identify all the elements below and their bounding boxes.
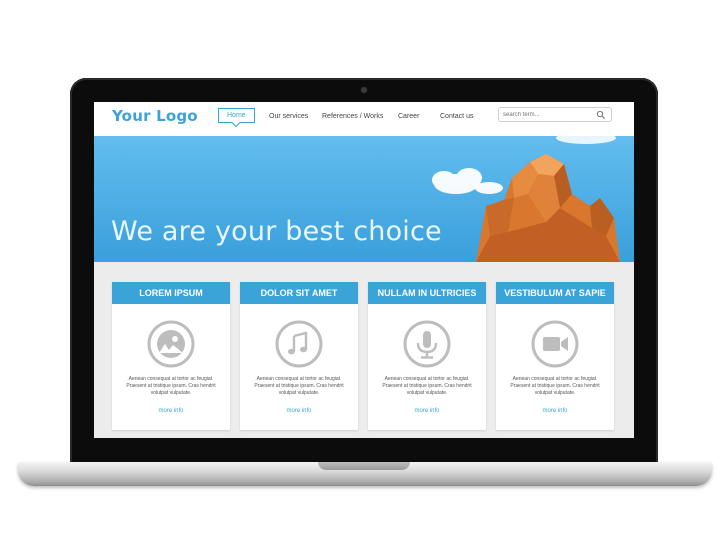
more-info-link[interactable]: more info bbox=[240, 408, 358, 414]
hero-banner: We are your best choice bbox=[94, 136, 634, 262]
search-box[interactable] bbox=[498, 107, 612, 122]
laptop-screen: Your Logo Home Our services References /… bbox=[94, 102, 634, 438]
feature-cards: LOREM IPSUM Aenean consequat at tortor a… bbox=[94, 262, 634, 438]
nav-item-our-services[interactable]: Our services bbox=[269, 113, 308, 120]
search-icon[interactable] bbox=[596, 110, 606, 120]
image-icon bbox=[147, 320, 195, 368]
card-description: Aenean consequat at tortor ac feugiat. P… bbox=[382, 376, 472, 396]
search-input[interactable] bbox=[503, 110, 593, 119]
card-title: VESTIBULUM AT SAPIE bbox=[496, 282, 614, 304]
nav-item-references-works[interactable]: References / Works bbox=[322, 113, 383, 120]
card-title: DOLOR SIT AMET bbox=[240, 282, 358, 304]
nav-item-contact-us[interactable]: Contact us bbox=[440, 113, 473, 120]
more-info-link[interactable]: more info bbox=[112, 408, 230, 414]
card-title: NULLAM IN ULTRICIES bbox=[368, 282, 486, 304]
nav-item-home[interactable]: Home bbox=[218, 108, 255, 123]
card-description: Aenean consequat at tortor ac feugiat. P… bbox=[126, 376, 216, 396]
site-header: Your Logo Home Our services References /… bbox=[94, 102, 634, 136]
feature-card: VESTIBULUM AT SAPIE Aenean consequat at … bbox=[496, 282, 614, 430]
card-title: LOREM IPSUM bbox=[112, 282, 230, 304]
card-description: Aenean consequat at tortor ac feugiat. P… bbox=[254, 376, 344, 396]
feature-card: NULLAM IN ULTRICIES Aenean consequat at … bbox=[368, 282, 486, 430]
feature-card: LOREM IPSUM Aenean consequat at tortor a… bbox=[112, 282, 230, 430]
nav-item-career[interactable]: Career bbox=[398, 113, 419, 120]
video-camera-icon bbox=[531, 320, 579, 368]
feature-card: DOLOR SIT AMET Aenean consequat at torto… bbox=[240, 282, 358, 430]
webcam bbox=[361, 87, 367, 93]
laptop-notch bbox=[318, 462, 410, 470]
card-description: Aenean consequat at tortor ac feugiat. P… bbox=[510, 376, 600, 396]
microphone-icon bbox=[403, 320, 451, 368]
more-info-link[interactable]: more info bbox=[496, 408, 614, 414]
music-icon bbox=[275, 320, 323, 368]
more-info-link[interactable]: more info bbox=[368, 408, 486, 414]
site-logo[interactable]: Your Logo bbox=[112, 107, 198, 125]
hero-title: We are your best choice bbox=[111, 216, 442, 247]
